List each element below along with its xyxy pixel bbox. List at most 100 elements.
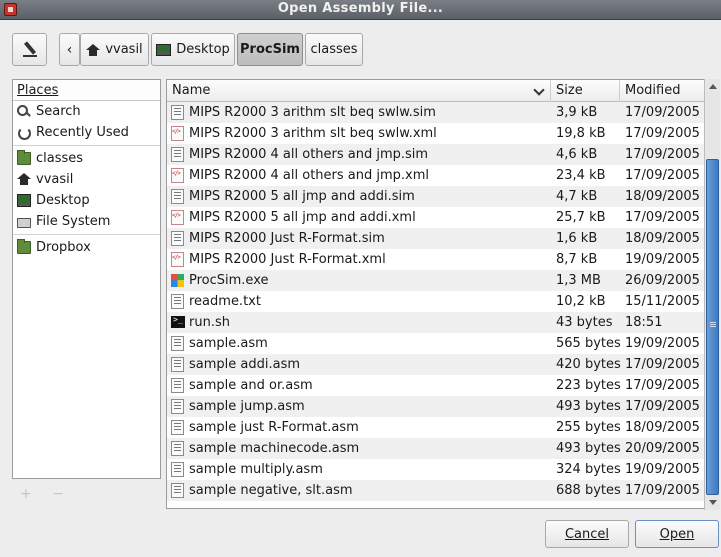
- places-panel: Places Search Recently Used classes vvas…: [12, 79, 161, 479]
- file-row[interactable]: sample machinecode.asm 493 bytes 20/09/200…: [167, 438, 705, 459]
- file-modified: 17/09/2005: [625, 168, 700, 183]
- place-item-home[interactable]: vvasil: [13, 169, 160, 190]
- file-size: 223 bytes: [556, 378, 621, 393]
- place-item-file-system[interactable]: File System: [13, 211, 160, 232]
- path-segment-label: ProcSim: [240, 42, 300, 57]
- file-row[interactable]: sample just R-Format.asm 255 bytes 18/09/2…: [167, 417, 705, 438]
- place-item-recently-used[interactable]: Recently Used: [13, 122, 160, 143]
- scroll-down-icon[interactable]: [709, 500, 717, 505]
- place-item-desktop[interactable]: Desktop: [13, 190, 160, 211]
- file-list-header: Name Size Modified: [167, 80, 705, 102]
- places-add-remove: + −: [20, 486, 80, 502]
- file-row[interactable]: sample multiply.asm 324 bytes 19/09/2005: [167, 459, 705, 480]
- path-back-button[interactable]: ‹: [59, 33, 80, 66]
- file-name: sample and or.asm: [189, 378, 313, 393]
- file-row[interactable]: ProcSim.exe 1,3 MB 26/09/2005: [167, 270, 705, 291]
- file-modified: 17/09/2005: [625, 357, 700, 372]
- place-label: vvasil: [36, 172, 74, 187]
- file-name: MIPS R2000 4 all others and jmp.xml: [189, 168, 430, 183]
- remove-place-button[interactable]: −: [52, 486, 64, 502]
- file-row[interactable]: sample negative, slt.asm 688 bytes 17/09/2…: [167, 480, 705, 501]
- column-header-size[interactable]: Size: [551, 80, 620, 102]
- path-segment-procsim[interactable]: ProcSim: [237, 33, 303, 66]
- text-file-icon: [171, 462, 184, 477]
- file-row[interactable]: MIPS R2000 3 arithm slt beq swlw.xml 19,8…: [167, 123, 705, 144]
- text-file-icon: [171, 378, 184, 393]
- text-file-icon: [171, 420, 184, 435]
- file-size: 19,8 kB: [556, 126, 606, 141]
- file-size: 23,4 kB: [556, 168, 606, 183]
- text-file-icon: [171, 231, 184, 246]
- place-label: File System: [36, 214, 111, 229]
- home-icon: [17, 173, 31, 186]
- edit-location-button[interactable]: [12, 33, 47, 66]
- desktop-icon: [156, 43, 172, 56]
- file-row[interactable]: MIPS R2000 4 all others and jmp.sim 4,6 k…: [167, 144, 705, 165]
- file-row[interactable]: MIPS R2000 5 all jmp and addi.sim 4,7 kB 1…: [167, 186, 705, 207]
- file-row[interactable]: MIPS R2000 Just R-Format.xml 8,7 kB 19/09/…: [167, 249, 705, 270]
- file-row[interactable]: MIPS R2000 5 all jmp and addi.xml 25,7 kB…: [167, 207, 705, 228]
- file-name: sample multiply.asm: [189, 462, 323, 477]
- cancel-button-label: Cancel: [564, 526, 610, 542]
- open-button-label: Open: [659, 526, 695, 542]
- file-row[interactable]: MIPS R2000 4 all others and jmp.xml 23,4 …: [167, 165, 705, 186]
- file-row[interactable]: sample and or.asm 223 bytes 17/09/2005: [167, 375, 705, 396]
- scroll-thumb[interactable]: [706, 159, 719, 495]
- file-name: MIPS R2000 Just R-Format.sim: [189, 231, 385, 246]
- place-item-classes[interactable]: classes: [13, 148, 160, 169]
- place-item-dropbox[interactable]: Dropbox: [13, 237, 160, 258]
- file-size: 1,3 MB: [556, 273, 601, 288]
- file-size: 1,6 kB: [556, 231, 598, 246]
- file-modified: 19/09/2005: [625, 336, 700, 351]
- text-file-icon: [171, 441, 184, 456]
- path-segment-label: Desktop: [176, 42, 230, 57]
- file-row[interactable]: MIPS R2000 3 arithm slt beq swlw.sim 3,9 …: [167, 102, 705, 123]
- file-row[interactable]: sample jump.asm 493 bytes 17/09/2005: [167, 396, 705, 417]
- file-modified: 19/09/2005: [625, 252, 700, 267]
- title-bar[interactable]: Open Assembly File...: [0, 0, 721, 20]
- file-size: 565 bytes: [556, 336, 621, 351]
- file-name: MIPS R2000 3 arithm slt beq swlw.xml: [189, 126, 437, 141]
- text-file-icon: [171, 483, 184, 498]
- file-row[interactable]: sample addi.asm 420 bytes 17/09/2005: [167, 354, 705, 375]
- file-size: 688 bytes: [556, 483, 621, 498]
- text-file-icon: [171, 294, 184, 309]
- path-segment-classes[interactable]: classes: [305, 33, 363, 66]
- file-row[interactable]: run.sh 43 bytes 18:51: [167, 312, 705, 333]
- file-name: MIPS R2000 5 all jmp and addi.sim: [189, 189, 415, 204]
- file-row[interactable]: MIPS R2000 Just R-Format.sim 1,6 kB 18/09/…: [167, 228, 705, 249]
- file-size: 493 bytes: [556, 441, 621, 456]
- file-list-scrollbar[interactable]: [704, 79, 720, 510]
- open-button[interactable]: Open: [635, 520, 719, 548]
- text-file-icon: [171, 105, 184, 120]
- file-size: 324 bytes: [556, 462, 621, 477]
- path-segment-home[interactable]: vvasil: [80, 33, 149, 66]
- column-size-label: Size: [556, 83, 583, 98]
- file-name: sample machinecode.asm: [189, 441, 360, 456]
- window-title: Open Assembly File...: [277, 1, 444, 16]
- column-header-modified[interactable]: Modified: [620, 80, 705, 102]
- file-row[interactable]: sample.asm 565 bytes 19/09/2005: [167, 333, 705, 354]
- terminal-icon: [171, 315, 185, 328]
- file-size: 420 bytes: [556, 357, 621, 372]
- file-size: 25,7 kB: [556, 210, 606, 225]
- file-name: readme.txt: [189, 294, 261, 309]
- add-place-button[interactable]: +: [20, 486, 32, 502]
- scroll-up-icon[interactable]: [709, 84, 717, 89]
- desktop-icon: [17, 194, 31, 207]
- file-size: 43 bytes: [556, 315, 613, 330]
- place-item-search[interactable]: Search: [13, 101, 160, 122]
- file-name: sample addi.asm: [189, 357, 301, 372]
- column-header-name[interactable]: Name: [167, 80, 551, 102]
- folder-icon: [17, 150, 31, 165]
- path-segment-desktop[interactable]: Desktop: [151, 33, 235, 66]
- file-modified: 18/09/2005: [625, 420, 700, 435]
- clock-icon: [17, 126, 31, 140]
- file-row[interactable]: readme.txt 10,2 kB 15/11/2005: [167, 291, 705, 312]
- places-divider: [13, 145, 160, 146]
- search-icon: [17, 105, 31, 118]
- cancel-button[interactable]: Cancel: [545, 520, 629, 548]
- places-header[interactable]: Places: [13, 80, 160, 101]
- chevron-left-icon: ‹: [66, 41, 73, 58]
- file-modified: 17/09/2005: [625, 210, 700, 225]
